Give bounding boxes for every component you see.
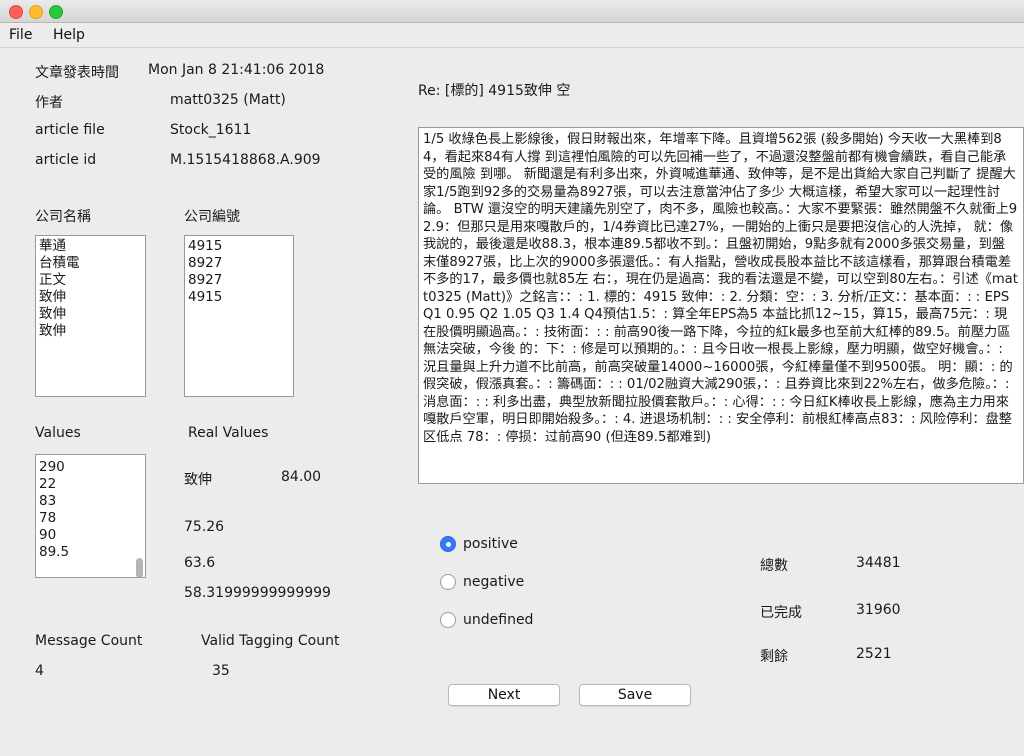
radio-undefined[interactable] [440, 612, 456, 628]
radio-selected-dot [445, 541, 451, 547]
list-item[interactable]: 4915 [185, 238, 293, 255]
list-item[interactable]: 78 [36, 510, 145, 527]
total-value: 34481 [856, 555, 901, 571]
valid-tagging-count-label: Valid Tagging Count [201, 633, 340, 649]
company-name-list[interactable]: 華通 台積電 正文 致伸 致伸 致伸 [35, 235, 146, 397]
menu-bar: File Help [0, 23, 1024, 48]
company-name-label: 公司名稱 [35, 209, 91, 225]
article-body-textarea[interactable]: 1/5 收綠色長上影線後，假日財報出來，年增率下降。且資增562張 (殺多開始)… [418, 127, 1024, 484]
radio-positive[interactable] [440, 536, 456, 552]
real-value: 63.6 [184, 555, 216, 571]
real-value: 58.31999999999999 [184, 585, 331, 601]
real-values-label: Real Values [188, 425, 269, 441]
message-count-value: 4 [35, 663, 44, 679]
list-item[interactable]: 致伸 [36, 306, 145, 323]
scrollbar-thumb[interactable] [136, 558, 143, 577]
list-item[interactable]: 正文 [36, 272, 145, 289]
article-id-label: article id [35, 152, 97, 168]
radio-negative-label[interactable]: negative [463, 574, 524, 590]
real-value: 75.26 [184, 519, 225, 535]
total-label: 總數 [760, 558, 788, 574]
menu-help[interactable]: Help [53, 27, 85, 43]
list-item[interactable]: 8927 [185, 272, 293, 289]
completed-label: 已完成 [760, 605, 802, 621]
list-item[interactable]: 致伸 [36, 289, 145, 306]
radio-undefined-label[interactable]: undefined [463, 612, 533, 628]
list-item[interactable]: 83 [36, 493, 145, 510]
article-title: Re: [標的] 4915致伸 空 [418, 83, 571, 99]
valid-tagging-count-value: 35 [212, 663, 230, 679]
list-item[interactable]: 22 [36, 476, 145, 493]
values-label: Values [35, 425, 81, 441]
save-button[interactable]: Save [579, 684, 691, 706]
values-list[interactable]: 290 22 83 78 90 89.5 [35, 454, 146, 578]
radio-positive-label[interactable]: positive [463, 536, 518, 552]
real-values-company: 致伸 [184, 472, 212, 488]
author-label: 作者 [35, 95, 63, 111]
author-value: matt0325 (Matt) [170, 92, 286, 108]
minimize-window-button[interactable] [29, 5, 43, 19]
remaining-label: 剩餘 [760, 649, 788, 665]
remaining-value: 2521 [856, 646, 892, 662]
window-titlebar [0, 0, 1024, 23]
menu-file[interactable]: File [9, 27, 32, 43]
company-code-list[interactable]: 4915 8927 8927 4915 [184, 235, 294, 397]
article-id-value: M.1515418868.A.909 [170, 152, 321, 168]
list-item[interactable]: 89.5 [36, 544, 145, 561]
list-item[interactable]: 90 [36, 527, 145, 544]
list-item[interactable]: 台積電 [36, 255, 145, 272]
message-count-label: Message Count [35, 633, 143, 649]
list-item[interactable]: 4915 [185, 289, 293, 306]
list-item[interactable]: 華通 [36, 238, 145, 255]
zoom-window-button[interactable] [49, 5, 63, 19]
article-file-value: Stock_1611 [170, 122, 252, 138]
next-button[interactable]: Next [448, 684, 560, 706]
list-item[interactable]: 致伸 [36, 323, 145, 340]
post-time-label: 文章發表時間 [35, 65, 119, 81]
company-code-label: 公司編號 [184, 209, 240, 225]
completed-value: 31960 [856, 602, 901, 618]
values-scrollbar[interactable] [134, 456, 144, 577]
close-window-button[interactable] [9, 5, 23, 19]
radio-negative[interactable] [440, 574, 456, 590]
real-value: 84.00 [281, 469, 322, 485]
list-item[interactable]: 290 [36, 459, 145, 476]
post-time-value: Mon Jan 8 21:41:06 2018 [148, 62, 325, 78]
list-item[interactable]: 8927 [185, 255, 293, 272]
article-file-label: article file [35, 122, 105, 138]
